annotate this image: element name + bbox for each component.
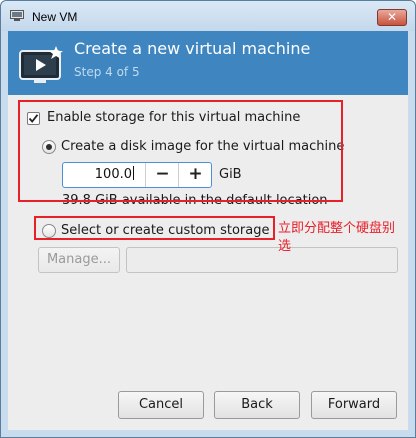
title-bar: New VM ✕	[1, 1, 415, 31]
back-button[interactable]: Back	[214, 391, 300, 419]
forward-button[interactable]: Forward	[311, 391, 397, 419]
close-button[interactable]: ✕	[377, 9, 407, 26]
step-indicator: Step 4 of 5	[74, 65, 140, 79]
wizard-header: Create a new virtual machine Step 4 of 5	[8, 31, 408, 95]
annotation-highlight-storage	[18, 100, 343, 202]
annotation-note: 立即分配整个硬盘别选	[278, 221, 396, 254]
manage-button[interactable]: Manage...	[38, 247, 120, 273]
header-title: Create a new virtual machine	[74, 39, 311, 58]
cancel-button[interactable]: Cancel	[118, 391, 204, 419]
dialog-content: Create a new virtual machine Step 4 of 5…	[8, 31, 408, 430]
new-vm-window: New VM ✕ Create a new virtual machine St…	[0, 0, 416, 438]
window-title: New VM	[32, 10, 78, 24]
vm-app-icon	[10, 10, 24, 21]
annotation-highlight-custom	[34, 216, 275, 240]
monitor-star-icon	[19, 46, 63, 83]
